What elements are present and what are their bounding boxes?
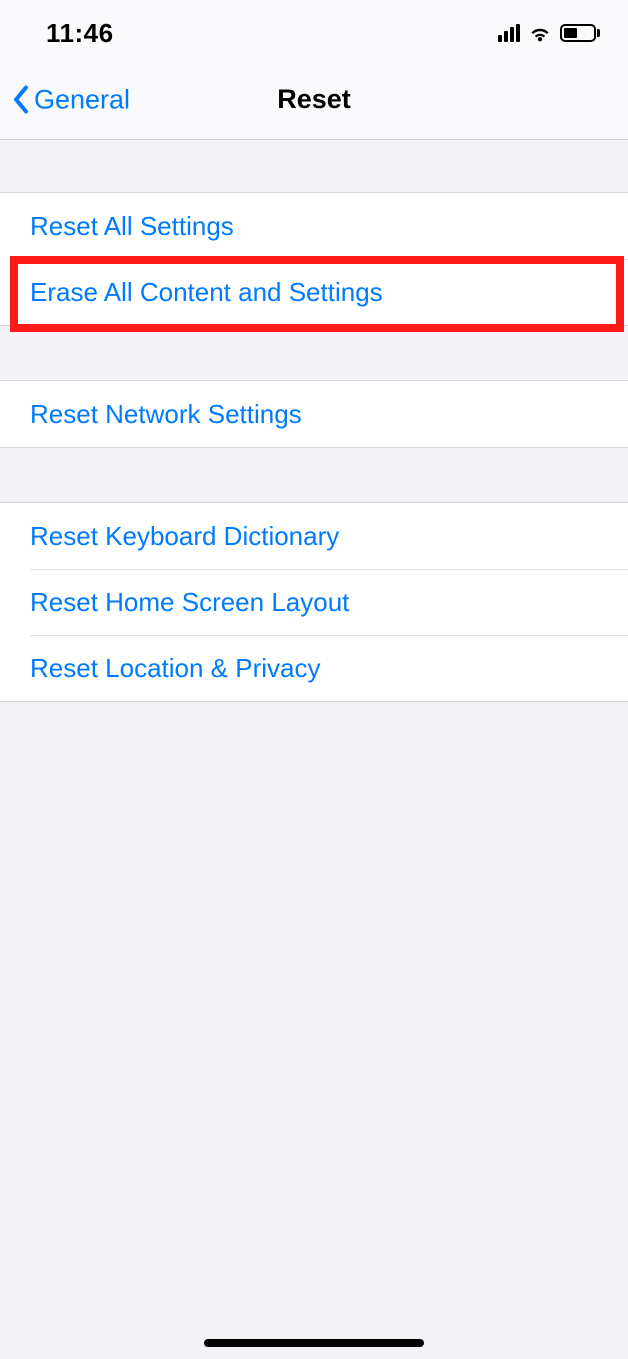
row-label: Reset Keyboard Dictionary — [30, 521, 339, 552]
wifi-icon — [528, 24, 552, 42]
row-label: Erase All Content and Settings — [30, 277, 383, 308]
chevron-left-icon — [12, 85, 30, 115]
status-bar: 11:46 — [0, 0, 628, 60]
row-group: Reset Network Settings — [0, 380, 628, 448]
section: Reset All Settings Erase All Content and… — [0, 192, 628, 326]
row-group: Reset All Settings Erase All Content and… — [0, 192, 628, 326]
status-time: 11:46 — [46, 18, 114, 49]
navigation-bar: General Reset — [0, 60, 628, 140]
reset-network-settings-row[interactable]: Reset Network Settings — [0, 381, 628, 447]
section: Reset Network Settings — [0, 380, 628, 448]
row-label: Reset All Settings — [30, 211, 234, 242]
cellular-signal-icon — [498, 24, 520, 42]
row-label: Reset Location & Privacy — [30, 653, 320, 684]
battery-icon — [560, 24, 600, 42]
reset-all-settings-row[interactable]: Reset All Settings — [0, 193, 628, 259]
back-label: General — [34, 84, 130, 115]
reset-location-privacy-row[interactable]: Reset Location & Privacy — [0, 635, 628, 701]
page-title: Reset — [277, 84, 351, 115]
reset-keyboard-dictionary-row[interactable]: Reset Keyboard Dictionary — [0, 503, 628, 569]
back-button[interactable]: General — [12, 84, 130, 115]
row-group: Reset Keyboard Dictionary Reset Home Scr… — [0, 502, 628, 702]
row-label: Reset Home Screen Layout — [30, 587, 349, 618]
home-indicator[interactable] — [204, 1339, 424, 1347]
status-right-cluster — [498, 24, 600, 42]
reset-home-screen-layout-row[interactable]: Reset Home Screen Layout — [0, 569, 628, 635]
erase-all-content-row[interactable]: Erase All Content and Settings — [0, 259, 628, 325]
row-label: Reset Network Settings — [30, 399, 302, 430]
section: Reset Keyboard Dictionary Reset Home Scr… — [0, 502, 628, 702]
